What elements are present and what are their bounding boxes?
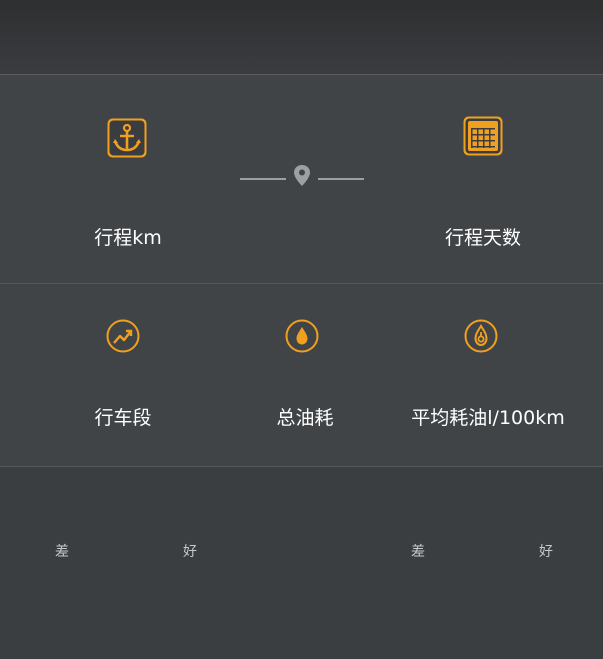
rating-high-label: 好: [539, 544, 553, 560]
rating-high-label: 好: [183, 544, 197, 560]
days-label: 行程天数: [444, 227, 522, 249]
calendar-icon: [463, 116, 503, 156]
anchor-icon: [107, 118, 147, 158]
top-bar: [0, 0, 603, 74]
driving-stats-panel: [0, 284, 603, 466]
fuel-drop-icon: [285, 319, 319, 353]
total-fuel-label: 总油耗: [276, 407, 334, 429]
trip-stats-screen: 行程km 行程天数 行车段 总油耗 平均耗油l/100km 差 好 差 好: [0, 0, 603, 659]
location-pin-icon: [294, 165, 310, 186]
route-connector: [240, 165, 364, 186]
fuel-gauge-icon: [464, 319, 498, 353]
rating-panel: [0, 467, 603, 659]
segments-label: 行车段: [94, 407, 152, 429]
mileage-label: 行程km: [94, 227, 162, 249]
rating-low-label: 差: [411, 544, 425, 560]
avg-fuel-label: 平均耗油l/100km: [411, 407, 565, 429]
rating-low-label: 差: [55, 544, 69, 560]
trend-icon: [106, 319, 140, 353]
